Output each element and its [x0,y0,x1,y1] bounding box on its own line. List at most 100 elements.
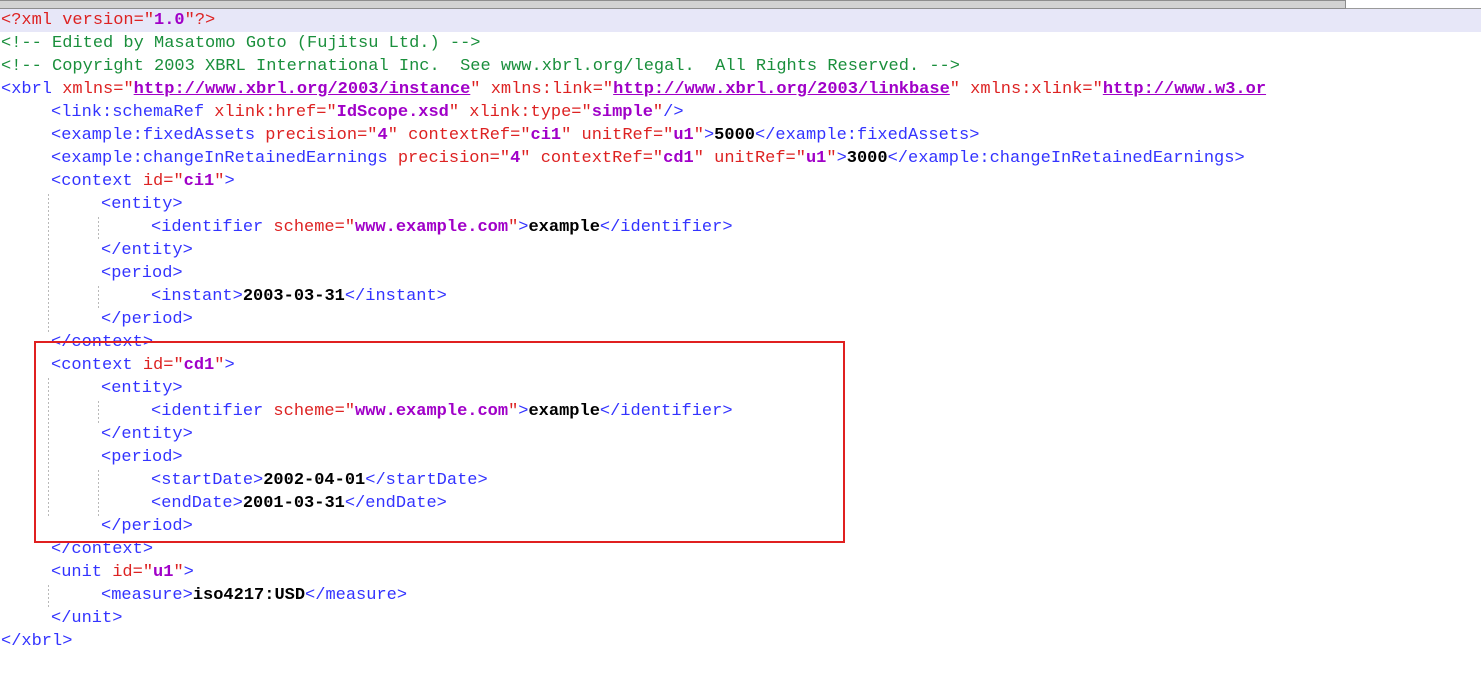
code-line[interactable]: <period> [0,262,1481,285]
code-token: <entity> [101,195,183,214]
code-line[interactable]: <link:schemaRef xlink:href="IdScope.xsd"… [0,101,1481,124]
code-line[interactable]: <example:changeInRetainedEarnings precis… [0,147,1481,170]
code-line[interactable]: <?xml version="1.0"?> [0,9,1481,32]
code-token: > [518,402,529,421]
code-token: <!-- Copyright 2003 XBRL International I… [1,57,960,76]
code-line[interactable]: <!-- Edited by Masatomo Goto (Fujitsu Lt… [0,32,1481,55]
code-token: " [499,149,511,168]
code-line[interactable]: <endDate>2001-03-31</endDate> [0,492,1481,515]
code-token: /> [663,103,684,122]
code-line[interactable]: <!-- Copyright 2003 XBRL International I… [0,55,1481,78]
code-token: " [143,11,155,30]
code-token: " [326,103,337,122]
code-token: " [949,80,960,99]
code-token: ?> [194,11,216,30]
code-line[interactable]: </entity> [0,239,1481,262]
code-token: ci1 [530,126,562,145]
code-token: <?xml version= [1,11,144,30]
code-token: www.example.com [355,402,509,421]
code-line[interactable]: <identifier scheme="www.example.com">exa… [0,400,1481,423]
code-token: id= [142,172,174,191]
code-token: </period> [101,310,193,329]
code-token: cd1 [663,149,694,168]
horizontal-scrollbar[interactable] [0,0,1481,9]
code-token: <example:changeInRetainedEarnings [51,149,398,168]
code-line[interactable]: <xbrl xmlns="http://www.xbrl.org/2003/in… [0,78,1481,101]
code-line[interactable]: <measure>iso4217:USD</measure> [0,584,1481,607]
code-token: " [344,402,356,421]
code-token: <endDate> [151,494,243,513]
code-token: </startDate> [365,471,488,490]
code-token: " [826,149,837,168]
code-token: " [214,172,225,191]
code-token: </example:changeInRetainedEarnings> [887,149,1245,168]
code-token: </period> [101,517,193,536]
code-line[interactable]: </context> [0,538,1481,561]
code-token: </unit> [51,609,123,628]
code-token: " [184,11,195,30]
code-token: </entity> [101,241,193,260]
code-token: " [693,149,704,168]
code-token: </identifier> [599,218,733,237]
xml-code-view[interactable]: <?xml version="1.0"?> <!-- Edited by Masa… [0,9,1481,697]
code-token: <link:schemaRef [51,103,215,122]
code-token: </instant> [344,287,447,306]
code-token: id= [112,563,143,582]
code-line[interactable]: <period> [0,446,1481,469]
code-token: " [520,149,531,168]
code-token: " [173,356,184,375]
code-token: <entity> [101,379,183,398]
code-token: xmlns:xlink= [959,80,1093,99]
code-line[interactable]: </period> [0,308,1481,331]
code-token: cd1 [183,356,215,375]
code-token: </entity> [101,425,193,444]
code-line[interactable]: </entity> [0,423,1481,446]
code-token: </example:fixedAssets> [754,126,980,145]
code-token: contextRef= [397,126,521,145]
code-token: example [528,402,600,421]
code-token: unitRef= [703,149,796,168]
code-token: xmlns:link= [480,80,603,99]
code-token: </xbrl> [1,632,73,651]
code-token: 4 [377,126,388,145]
code-line-list[interactable]: <?xml version="1.0"?> <!-- Edited by Masa… [0,9,1481,653]
code-token: </endDate> [344,494,447,513]
code-token: " [652,149,664,168]
code-token: scheme= [273,402,345,421]
code-token: xmlns= [62,80,124,99]
code-token: " [508,402,519,421]
code-token: xlink:href= [214,103,327,122]
code-token: " [663,126,674,145]
code-line[interactable]: </context> [0,331,1481,354]
code-token: " [173,172,184,191]
code-token: " [795,149,806,168]
code-token: iso4217:USD [192,586,306,605]
code-line[interactable]: <unit id="u1"> [0,561,1481,584]
code-line[interactable]: <context id="ci1"> [0,170,1481,193]
code-line[interactable]: <example:fixedAssets precision="4" conte… [0,124,1481,147]
code-token: http://www.w3.or [1102,80,1267,99]
code-token: u1 [805,149,827,168]
code-token: <period> [101,264,183,283]
code-line[interactable]: <entity> [0,193,1481,216]
code-token: " [508,218,519,237]
code-token: u1 [153,563,174,582]
code-line[interactable]: <identifier scheme="www.example.com">exa… [0,216,1481,239]
code-line[interactable]: </period> [0,515,1481,538]
code-token: <startDate> [151,471,264,490]
code-token: " [470,80,481,99]
code-token: 2001-03-31 [242,494,345,513]
code-token: " [581,103,592,122]
code-token: 2003-03-31 [242,287,345,306]
code-line[interactable]: <entity> [0,377,1481,400]
code-line[interactable]: </unit> [0,607,1481,630]
scrollbar-thumb[interactable] [0,0,1346,9]
code-token: > [836,149,847,168]
code-token: id= [142,356,174,375]
code-token: > [703,126,715,145]
code-line[interactable]: <startDate>2002-04-01</startDate> [0,469,1481,492]
code-line[interactable]: <context id="cd1"> [0,354,1481,377]
code-line[interactable]: </xbrl> [0,630,1481,653]
code-token: " [123,80,134,99]
code-line[interactable]: <instant>2003-03-31</instant> [0,285,1481,308]
